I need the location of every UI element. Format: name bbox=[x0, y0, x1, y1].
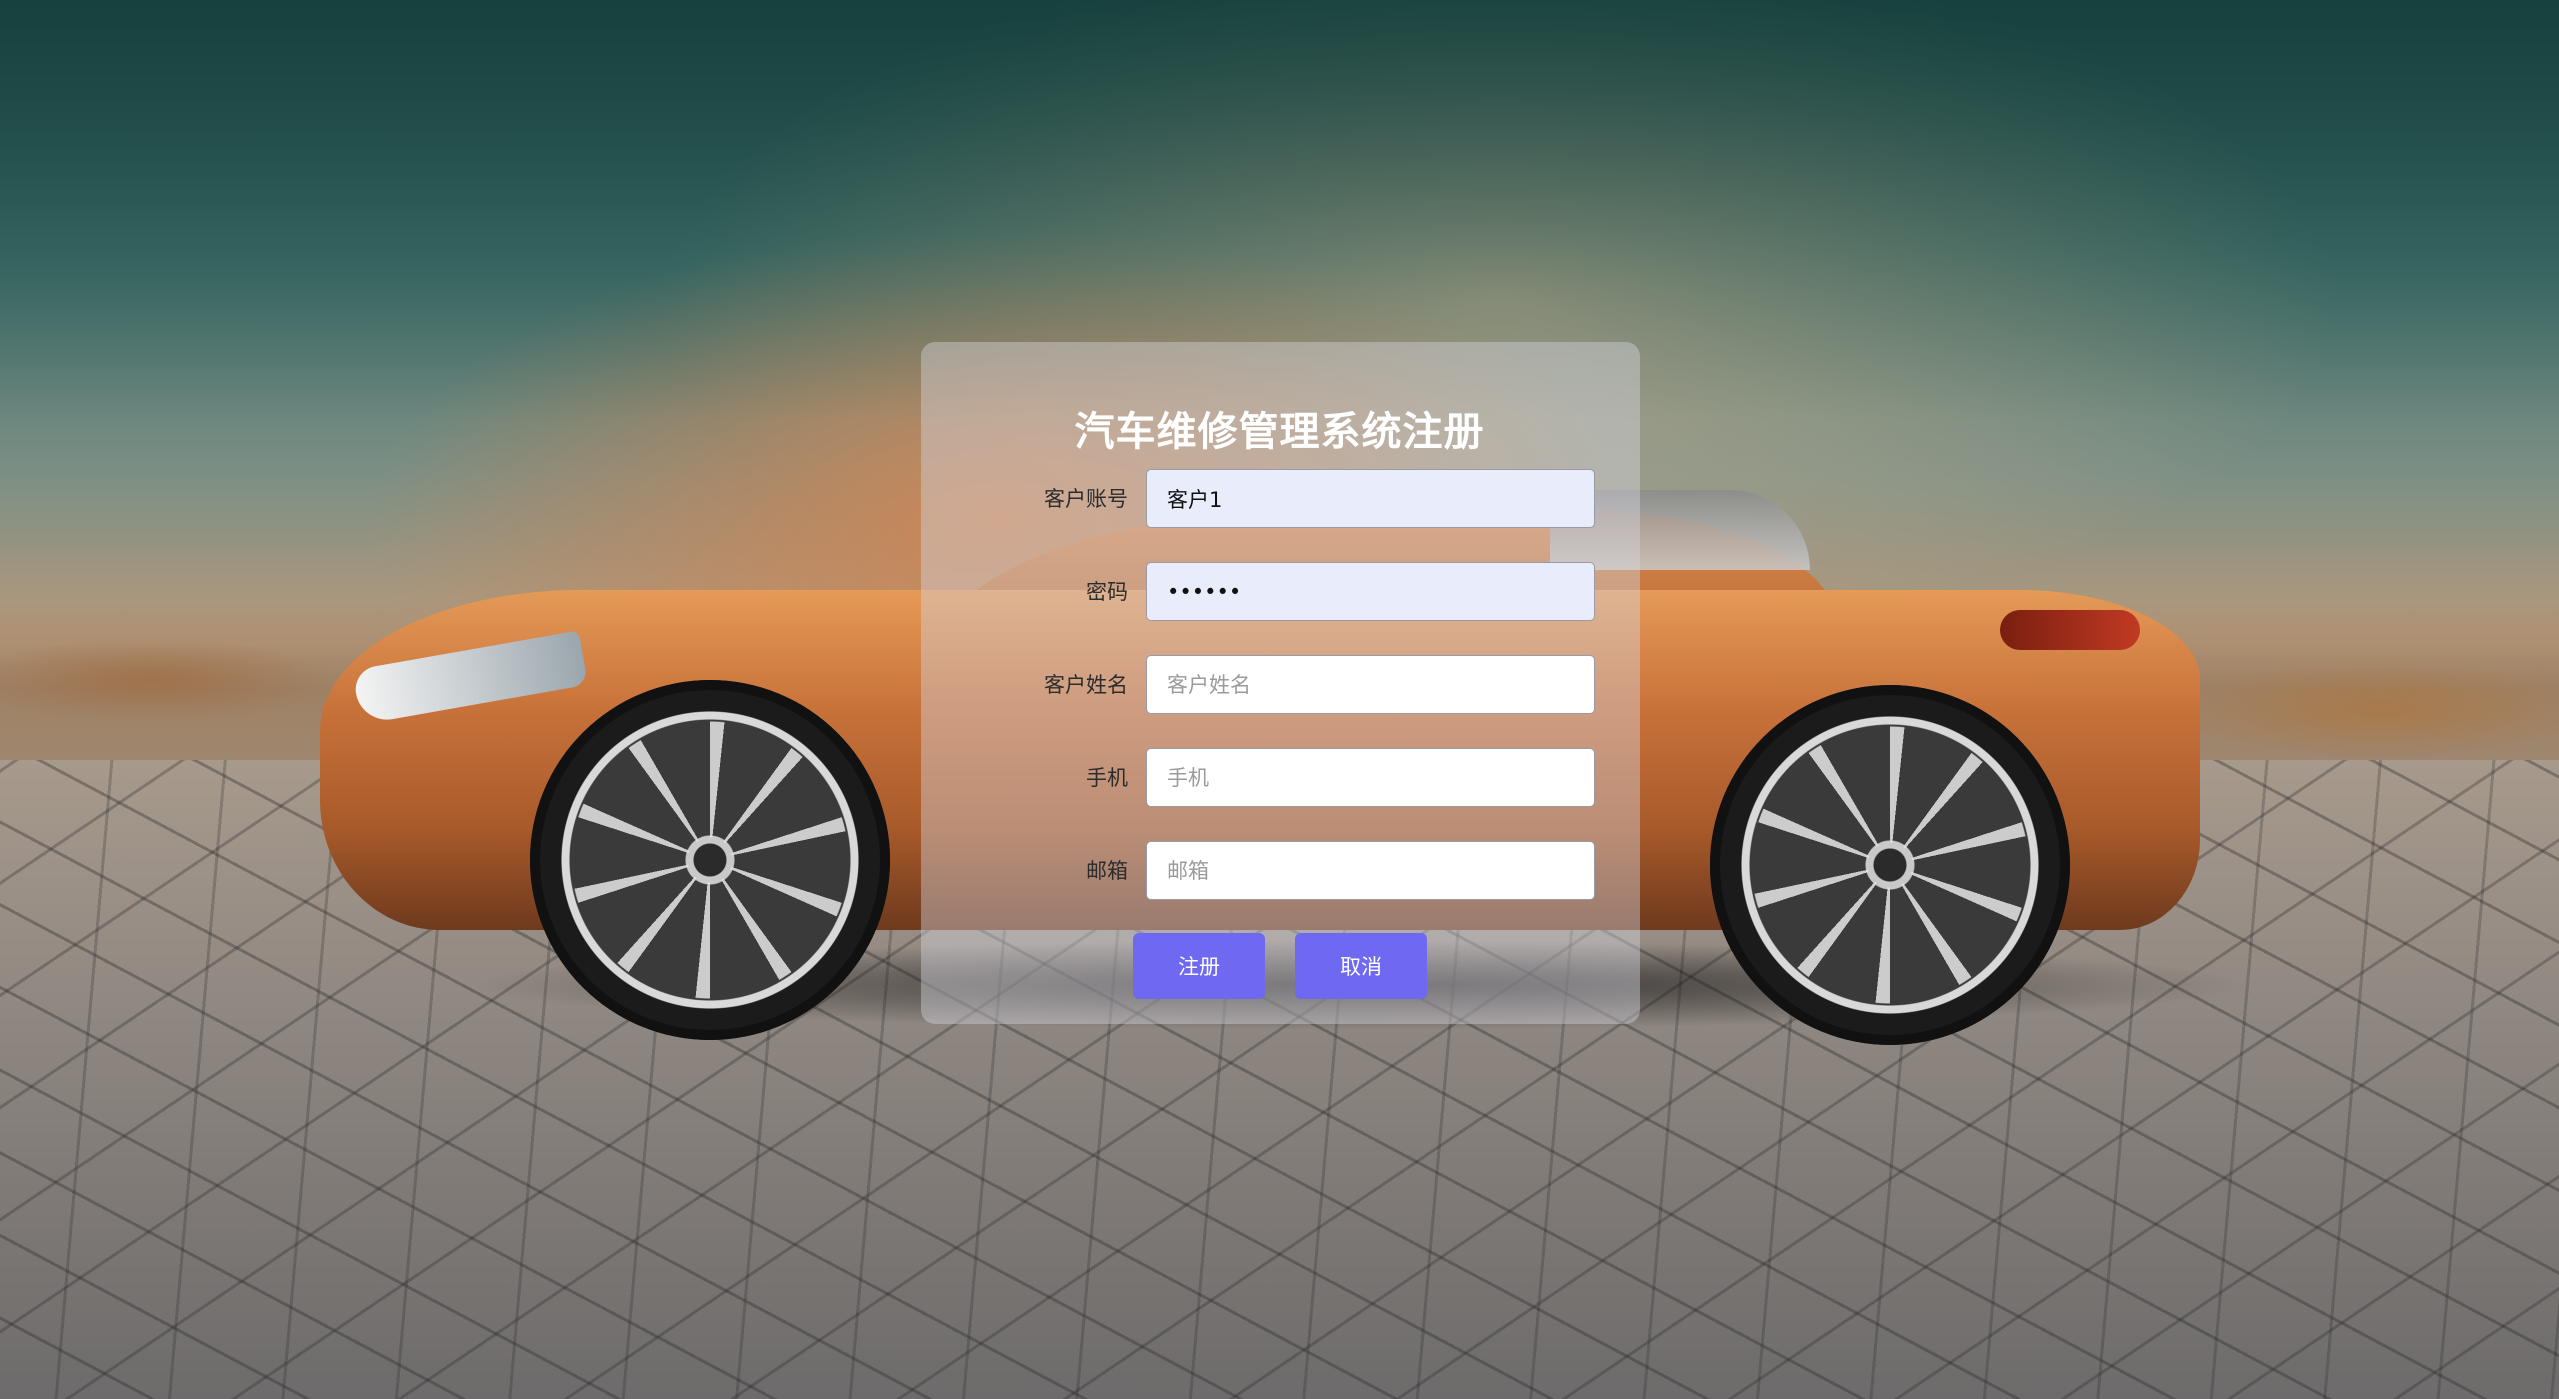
car-front-wheel bbox=[530, 680, 890, 1040]
customer-name-label: 客户姓名 bbox=[1044, 673, 1128, 697]
password-label: 密码 bbox=[1086, 580, 1128, 604]
car-rear-wheel bbox=[1710, 685, 2070, 1045]
customer-name-input[interactable] bbox=[1146, 655, 1595, 714]
account-label: 客户账号 bbox=[1044, 487, 1128, 511]
car-taillight bbox=[2000, 610, 2140, 650]
password-input[interactable] bbox=[1146, 562, 1595, 621]
phone-label: 手机 bbox=[1086, 766, 1128, 790]
page-title: 汽车维修管理系统注册 bbox=[1074, 409, 1485, 455]
cancel-button[interactable]: 取消 bbox=[1295, 933, 1427, 999]
background-photo: 汽车维修管理系统注册 客户账号 密码 客户姓名 手机 邮箱 注册 取消 bbox=[0, 0, 2559, 1399]
register-button[interactable]: 注册 bbox=[1133, 933, 1265, 999]
email-label: 邮箱 bbox=[1086, 859, 1128, 883]
phone-input[interactable] bbox=[1146, 748, 1595, 807]
email-input[interactable] bbox=[1146, 841, 1595, 900]
account-input[interactable] bbox=[1146, 469, 1595, 528]
